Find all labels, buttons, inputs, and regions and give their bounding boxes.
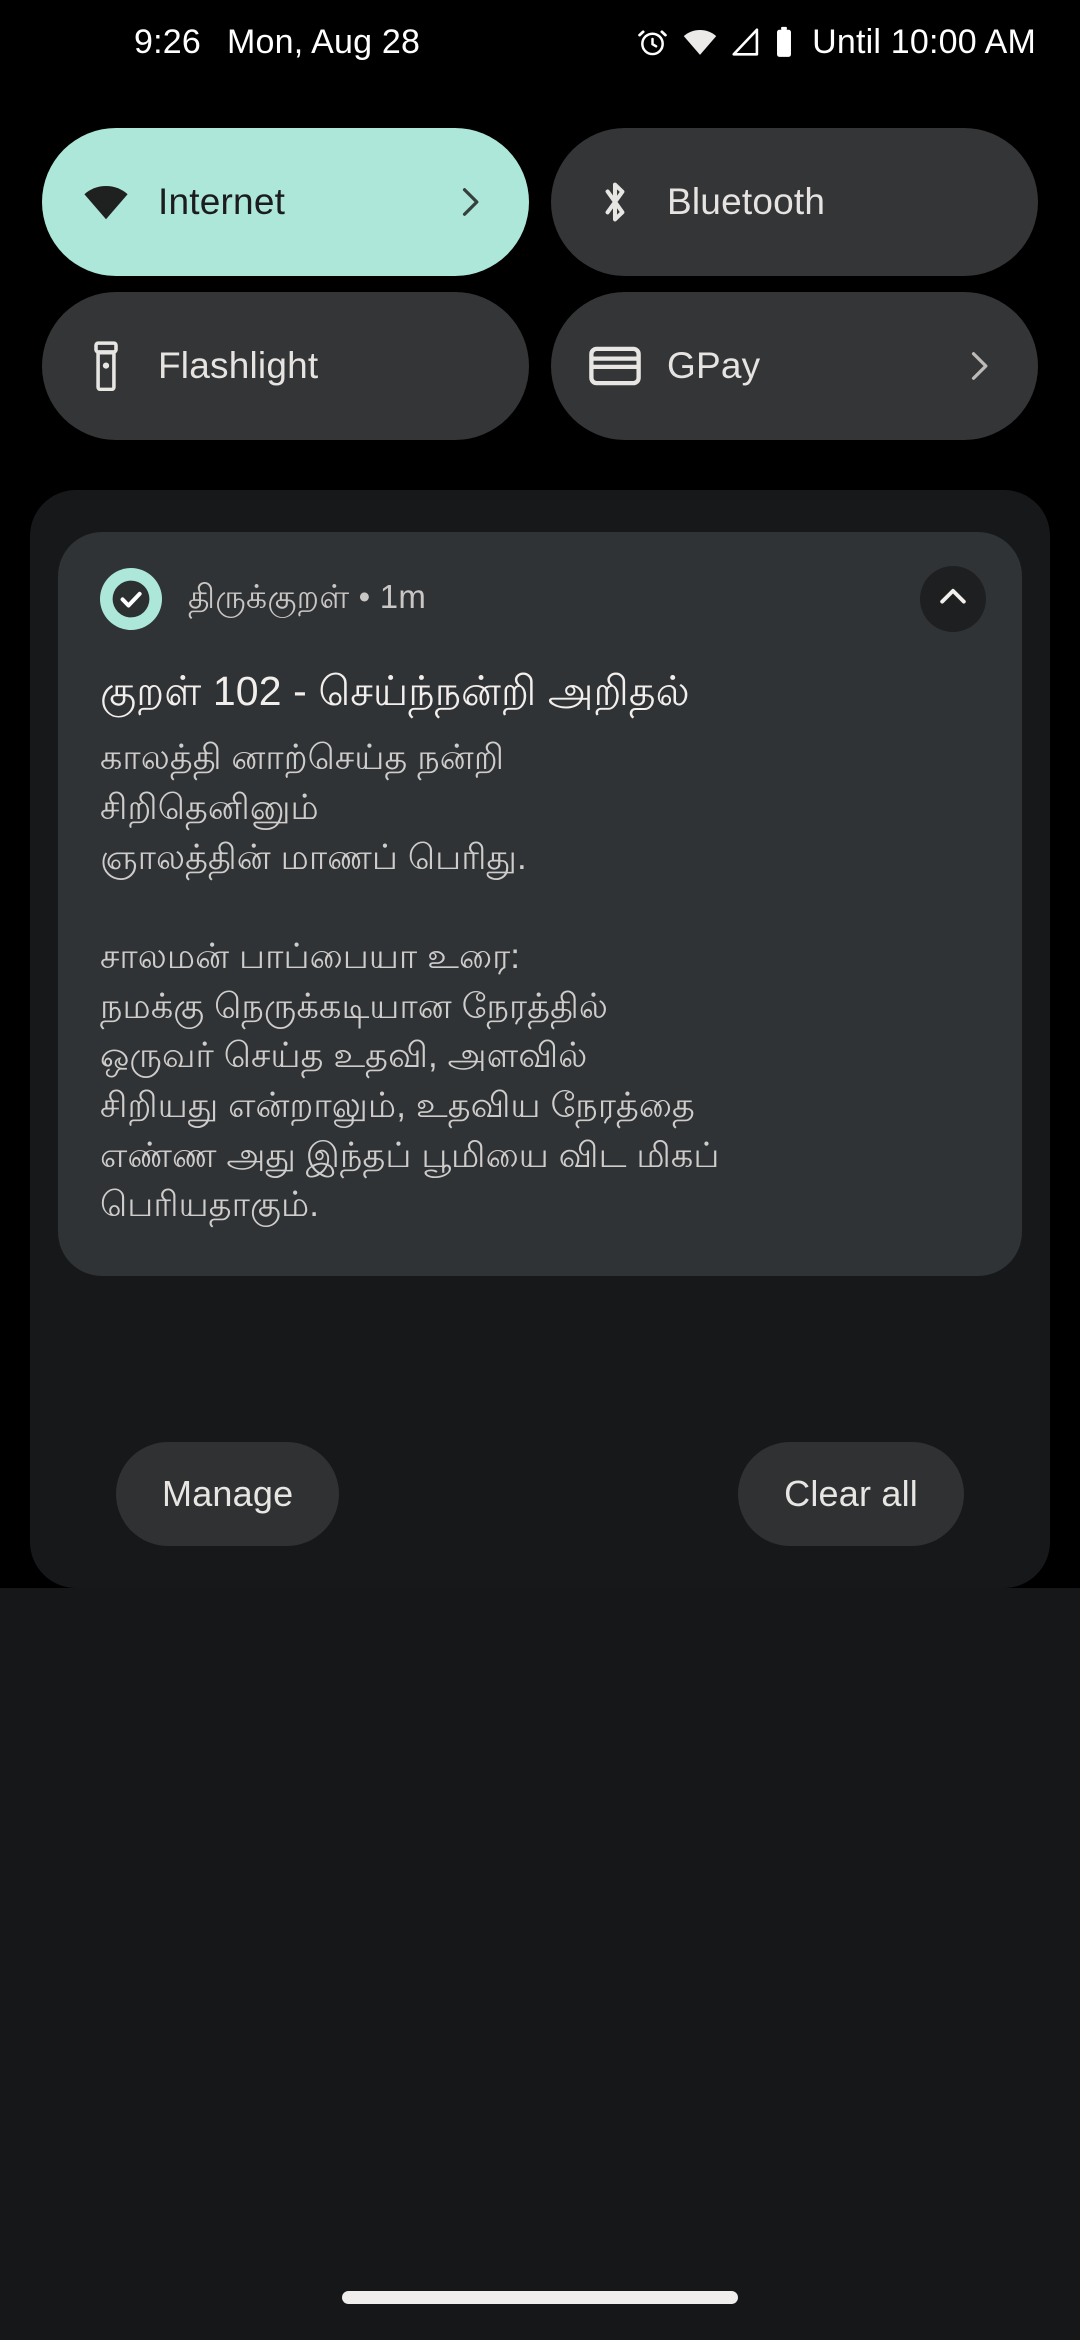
- wifi-icon: [80, 176, 132, 228]
- qs-tile-flashlight[interactable]: Flashlight: [42, 292, 529, 440]
- gesture-home-bar[interactable]: [342, 2291, 738, 2304]
- cellular-signal-icon: [731, 27, 761, 57]
- qs-tile-label-flashlight: Flashlight: [158, 345, 319, 386]
- check-circle-icon: [100, 568, 162, 630]
- status-bar: 9:26 Mon, Aug 28 Until 10:00 AM: [0, 0, 1080, 84]
- status-date: Mon, Aug 28: [226, 22, 421, 61]
- status-time: 9:26: [134, 22, 201, 61]
- chevron-up-icon: [936, 580, 970, 619]
- alarm-icon: [636, 26, 669, 59]
- qs-tile-internet[interactable]: Internet: [42, 128, 529, 276]
- bluetooth-icon: [589, 176, 641, 228]
- notification-card[interactable]: திருக்குறள் • 1m குறள் 102 - செய்ந்நன்றி…: [58, 532, 1022, 1277]
- notification-shade-screen: 9:26 Mon, Aug 28 Until 10:00 AM Internet…: [0, 0, 1080, 2340]
- quick-settings-grid: Internet Bluetooth Flashlight GPay: [42, 128, 1038, 440]
- battery-icon: [774, 26, 794, 58]
- manage-button[interactable]: Manage: [116, 1442, 340, 1546]
- notification-header: திருக்குறள் • 1m: [100, 566, 986, 632]
- shade-action-row: Manage Clear all: [116, 1442, 964, 1546]
- qs-tile-label-internet: Internet: [158, 181, 286, 222]
- qs-tile-label-bluetooth: Bluetooth: [667, 181, 826, 222]
- alarm-until-text: Until 10:00 AM: [812, 22, 1036, 61]
- qs-tile-label-gpay: GPay: [667, 345, 761, 386]
- collapse-button[interactable]: [920, 566, 986, 632]
- clear-all-button[interactable]: Clear all: [738, 1442, 964, 1546]
- wifi-icon: [682, 27, 718, 57]
- flashlight-icon: [80, 340, 132, 392]
- qs-tile-gpay[interactable]: GPay: [551, 292, 1038, 440]
- chevron-right-icon[interactable]: [455, 187, 485, 217]
- notification-body: காலத்தி னாற்செய்த நன்றி சிறிதெனினும் ஞால…: [100, 738, 720, 1225]
- status-bar-left: 9:26 Mon, Aug 28: [134, 23, 420, 62]
- chevron-right-icon[interactable]: [964, 351, 994, 381]
- notification-shade-panel: திருக்குறள் • 1m குறள் 102 - செய்ந்நன்றி…: [30, 490, 1050, 1588]
- credit-card-icon: [589, 340, 641, 392]
- notification-app-meta: திருக்குறள் • 1m: [188, 577, 427, 615]
- status-bar-right: Until 10:00 AM: [636, 23, 1036, 62]
- notification-title: குறள் 102 - செய்ந்நன்றி அறிதல்: [100, 668, 690, 714]
- shade-backdrop[interactable]: [0, 1588, 1080, 2340]
- qs-tile-bluetooth[interactable]: Bluetooth: [551, 128, 1038, 276]
